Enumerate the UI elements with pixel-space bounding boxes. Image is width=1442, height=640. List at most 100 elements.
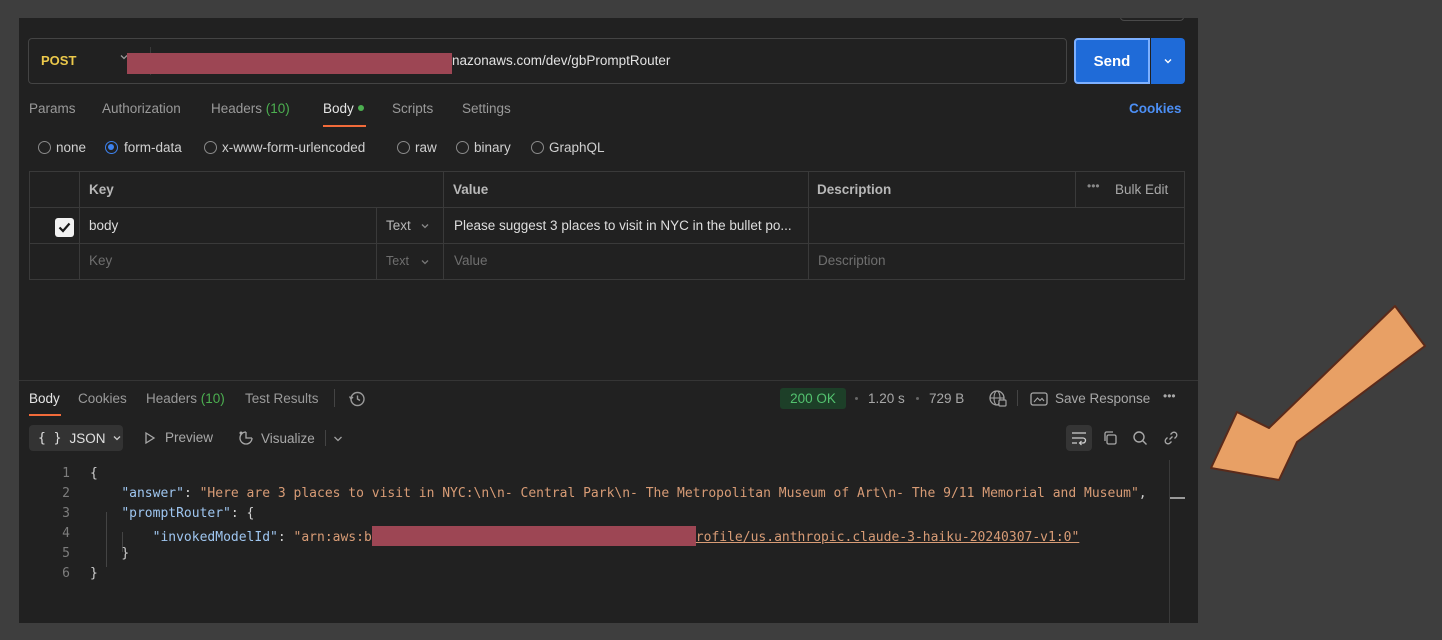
tab-settings[interactable]: Settings (462, 101, 511, 116)
more-options-icon[interactable]: ••• (1163, 389, 1176, 403)
radio-graphql[interactable] (531, 141, 544, 154)
radio-raw-label: raw (415, 140, 437, 155)
tab-scripts[interactable]: Scripts (392, 101, 433, 116)
radio-graphql-label: GraphQL (549, 140, 605, 155)
response-tab-headers-label: Headers (146, 391, 198, 406)
response-time: 1.20 s (868, 391, 905, 406)
save-response-button[interactable]: Save Response (1055, 391, 1150, 406)
bulk-edit-button[interactable]: Bulk Edit (1115, 182, 1168, 197)
url-bar[interactable]: POST nazonaws.com/dev/gbPromptRouter (28, 38, 1067, 84)
network-globe-icon[interactable] (988, 389, 1008, 414)
new-key-input[interactable]: Key (89, 253, 112, 268)
tab-headers[interactable]: Headers (10) (211, 101, 290, 116)
radio-binary-label: binary (474, 140, 511, 155)
play-icon (145, 431, 156, 444)
tab-body[interactable]: Body (323, 101, 364, 116)
code-line: } (90, 546, 129, 561)
radio-x-www-form-urlencoded-label: x-www-form-urlencoded (222, 140, 366, 155)
response-tab-headers[interactable]: Headers (10) (146, 391, 225, 406)
chevron-down-icon (420, 221, 430, 233)
redacted-arn-segment (371, 526, 696, 546)
tab-authorization[interactable]: Authorization (102, 101, 181, 116)
table-col-divider (808, 172, 809, 279)
json-string-link[interactable]: rofile/us.anthropic.claude-3-haiku-20240… (696, 530, 1080, 545)
chevron-down-icon[interactable] (332, 432, 344, 450)
history-icon[interactable] (348, 390, 366, 413)
tab-body-label: Body (323, 101, 354, 116)
radio-x-www-form-urlencoded[interactable] (204, 141, 217, 154)
radio-none[interactable] (38, 141, 51, 154)
search-icon[interactable] (1127, 425, 1153, 451)
line-number: 6 (62, 566, 70, 581)
tab-params[interactable]: Params (29, 101, 76, 116)
json-punct: } (121, 546, 130, 561)
copy-icon[interactable] (1097, 425, 1123, 451)
line-number: 2 (62, 486, 70, 501)
code-line: "promptRouter": { (90, 506, 254, 521)
table-col-divider (1075, 172, 1076, 207)
cookies-link[interactable]: Cookies (1129, 101, 1182, 116)
column-header-description: Description (817, 182, 892, 197)
preview-button[interactable]: Preview (143, 430, 213, 445)
meta-separator (916, 397, 919, 400)
chevron-down-icon (1164, 59, 1172, 64)
new-description-input[interactable]: Description (818, 253, 886, 268)
line-number: 1 (62, 466, 70, 481)
new-type-select[interactable]: Text (386, 254, 409, 268)
table-col-divider (79, 172, 80, 279)
line-number: 5 (62, 546, 70, 561)
table-header-divider (30, 207, 1184, 208)
url-input[interactable]: nazonaws.com/dev/gbPromptRouter (452, 53, 670, 68)
response-size: 729 B (929, 391, 965, 406)
response-tab-cookies[interactable]: Cookies (78, 391, 127, 406)
link-icon[interactable] (1158, 425, 1184, 451)
json-key: "promptRouter" (121, 506, 231, 521)
column-header-key: Key (89, 182, 114, 197)
form-data-table: Key Value Description ••• Bulk Edit body… (29, 171, 1185, 280)
annotation-arrow-icon (1210, 305, 1426, 481)
editor-scrollbar[interactable] (1169, 460, 1170, 623)
row-value[interactable]: Please suggest 3 places to visit in NYC … (454, 218, 792, 233)
response-tab-body[interactable]: Body (29, 391, 60, 406)
radio-raw[interactable] (397, 141, 410, 154)
row-enabled-checkbox[interactable] (55, 218, 74, 237)
response-tab-test-results[interactable]: Test Results (245, 391, 319, 406)
chevron-down-icon (420, 257, 430, 269)
tab-headers-label: Headers (211, 101, 263, 116)
active-tab-indicator (29, 414, 61, 416)
toolbar-divider (325, 430, 326, 446)
headers-count: (10) (265, 101, 290, 116)
table-row-divider (30, 243, 1184, 244)
new-value-input[interactable]: Value (454, 253, 488, 268)
meta-separator (855, 397, 858, 400)
code-line: "invokedModelId": "arn:aws:b rofile/us.an… (90, 526, 1079, 546)
more-options-icon[interactable]: ••• (1087, 179, 1100, 193)
send-options-button[interactable] (1151, 38, 1185, 84)
http-method-select[interactable]: POST (41, 53, 76, 68)
line-number: 4 (62, 526, 70, 541)
status-badge: 200 OK (780, 388, 846, 409)
response-body-editor[interactable]: 1 { 2 "answer": "Here are 3 places to vi… (19, 460, 1169, 590)
visualize-icon (239, 431, 253, 445)
radio-none-label: none (56, 140, 87, 155)
column-header-value: Value (453, 182, 489, 197)
line-number: 3 (62, 506, 70, 521)
word-wrap-icon[interactable] (1066, 425, 1092, 451)
visualize-button[interactable]: Visualize (237, 430, 315, 446)
request-response-splitter[interactable] (19, 380, 1198, 381)
scrollbar-thumb[interactable] (1170, 497, 1185, 499)
radio-binary[interactable] (456, 141, 469, 154)
row-type-select[interactable]: Text (386, 218, 411, 233)
chevron-down-icon (113, 436, 120, 441)
send-button[interactable]: Send (1074, 38, 1150, 84)
check-icon (58, 222, 71, 233)
json-string: "arn:aws:b (293, 530, 372, 545)
json-key: "invokedModelId" (152, 530, 278, 545)
response-headers-count: (10) (200, 391, 225, 406)
json-string: "Here are 3 places to visit in NYC:\n\n-… (199, 486, 1139, 501)
body-modified-dot (357, 105, 364, 112)
radio-form-data[interactable] (105, 141, 118, 154)
format-select[interactable]: { } JSON (29, 425, 123, 451)
table-col-divider (443, 172, 444, 279)
row-key[interactable]: body (89, 218, 118, 233)
